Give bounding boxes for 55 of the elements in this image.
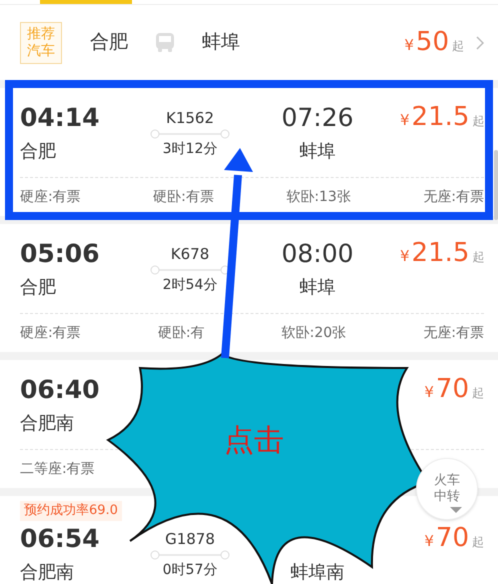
chevron-icon [476, 36, 484, 50]
caret-icon [450, 507, 462, 513]
city-label: 合肥 [90, 30, 128, 56]
route-line-icon [150, 128, 230, 138]
price: 70 [436, 376, 469, 402]
currency-sign: ¥ [404, 34, 414, 56]
train-number: K678 [170, 244, 210, 265]
scrollbar [494, 150, 498, 220]
arrive-time: 08:00 [280, 238, 355, 270]
success-rate-badge: 预约成功率69.0 [20, 501, 122, 521]
route-line-icon [150, 264, 230, 274]
depart-time: 04:14 [20, 102, 101, 134]
train-number: K1562 [166, 108, 214, 129]
depart-time: 05:06 [20, 238, 101, 270]
duration: 2时54分 [162, 276, 218, 294]
price: 50 [416, 28, 449, 55]
bus-icon [154, 32, 176, 54]
seat-availability: 硬卧:有 [158, 324, 205, 342]
city-label: 蚌埠 [202, 30, 240, 56]
currency-sign: ¥ [424, 531, 434, 552]
seat-availability: 二等座:有票 [20, 460, 95, 478]
price: 21.5 [412, 104, 470, 130]
seat-availability: 软卧:13张 [286, 188, 351, 206]
station-name: 合肥南 [20, 561, 75, 584]
depart-time: 06:40 [20, 374, 101, 406]
recommend-badge: 推荐汽车 [20, 22, 62, 64]
station-name: 蚌埠 [298, 140, 336, 164]
price-suffix: 起 [472, 113, 484, 130]
arrive-time: 07:26 [280, 102, 355, 134]
annotation-label: 点击 [224, 422, 284, 460]
price: 70 [436, 525, 469, 552]
station-name: 合肥 [20, 276, 57, 300]
price-suffix: 起 [472, 534, 484, 552]
seat-availability: 无座:有票 [423, 324, 484, 342]
station-name: 合肥 [20, 140, 57, 164]
station-name: 蚌埠南 [290, 561, 346, 584]
duration: 3时12分 [162, 140, 218, 158]
price: 21.5 [412, 240, 470, 266]
seat-availability: 硬卧:有票 [153, 188, 214, 206]
price-suffix: 起 [472, 249, 484, 266]
seat-availability: 软卧:20张 [282, 324, 346, 342]
currency-sign: ¥ [424, 382, 434, 404]
depart-time: 06:54 [20, 523, 101, 555]
seat-availability: 无座:有票 [423, 188, 484, 206]
price-suffix: 起 [472, 385, 484, 402]
duration: 0时57分 [162, 560, 218, 580]
route-line-icon [150, 550, 230, 560]
station-name: 合肥南 [20, 412, 75, 436]
station-name: 蚌埠 [298, 276, 336, 300]
price-suffix: 起 [452, 38, 464, 55]
train-number: G1878 [165, 528, 215, 550]
seat-availability: 硬座:有票 [20, 324, 81, 342]
seat-availability: 硬座:有票 [20, 188, 81, 206]
currency-sign: ¥ [400, 110, 410, 132]
currency-sign: ¥ [400, 246, 410, 268]
